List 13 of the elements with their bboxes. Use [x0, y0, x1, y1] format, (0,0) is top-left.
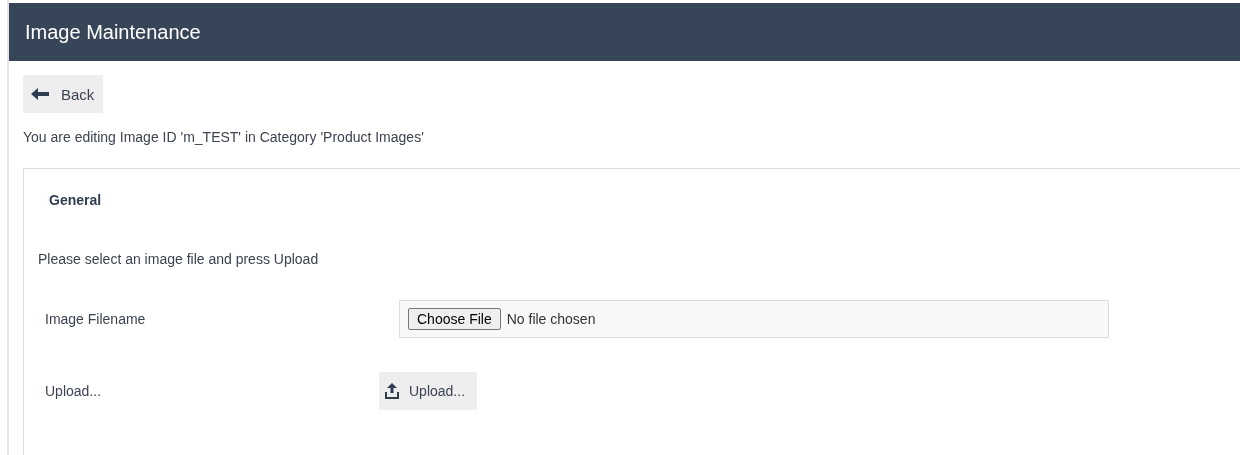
upload-icon: [385, 383, 399, 399]
arrow-left-icon: [31, 88, 49, 100]
field-label: Upload...: [44, 383, 103, 399]
upload-button[interactable]: Upload...: [379, 372, 478, 410]
file-input-field[interactable]: Choose File No file chosen: [399, 300, 1109, 338]
choose-file-button[interactable]: Choose File: [408, 308, 501, 330]
section-title: General: [49, 192, 103, 208]
context-text: You are editing Image ID 'm_TEST' in Category 'Product Images': [23, 129, 425, 145]
field-label: Image Filename: [44, 311, 147, 327]
page-title: Image Maintenance: [25, 20, 201, 44]
file-status-text: No file chosen: [506, 311, 596, 327]
instruction-text: Please select an image file and press Upload: [38, 251, 320, 267]
back-button[interactable]: Back: [23, 75, 104, 113]
